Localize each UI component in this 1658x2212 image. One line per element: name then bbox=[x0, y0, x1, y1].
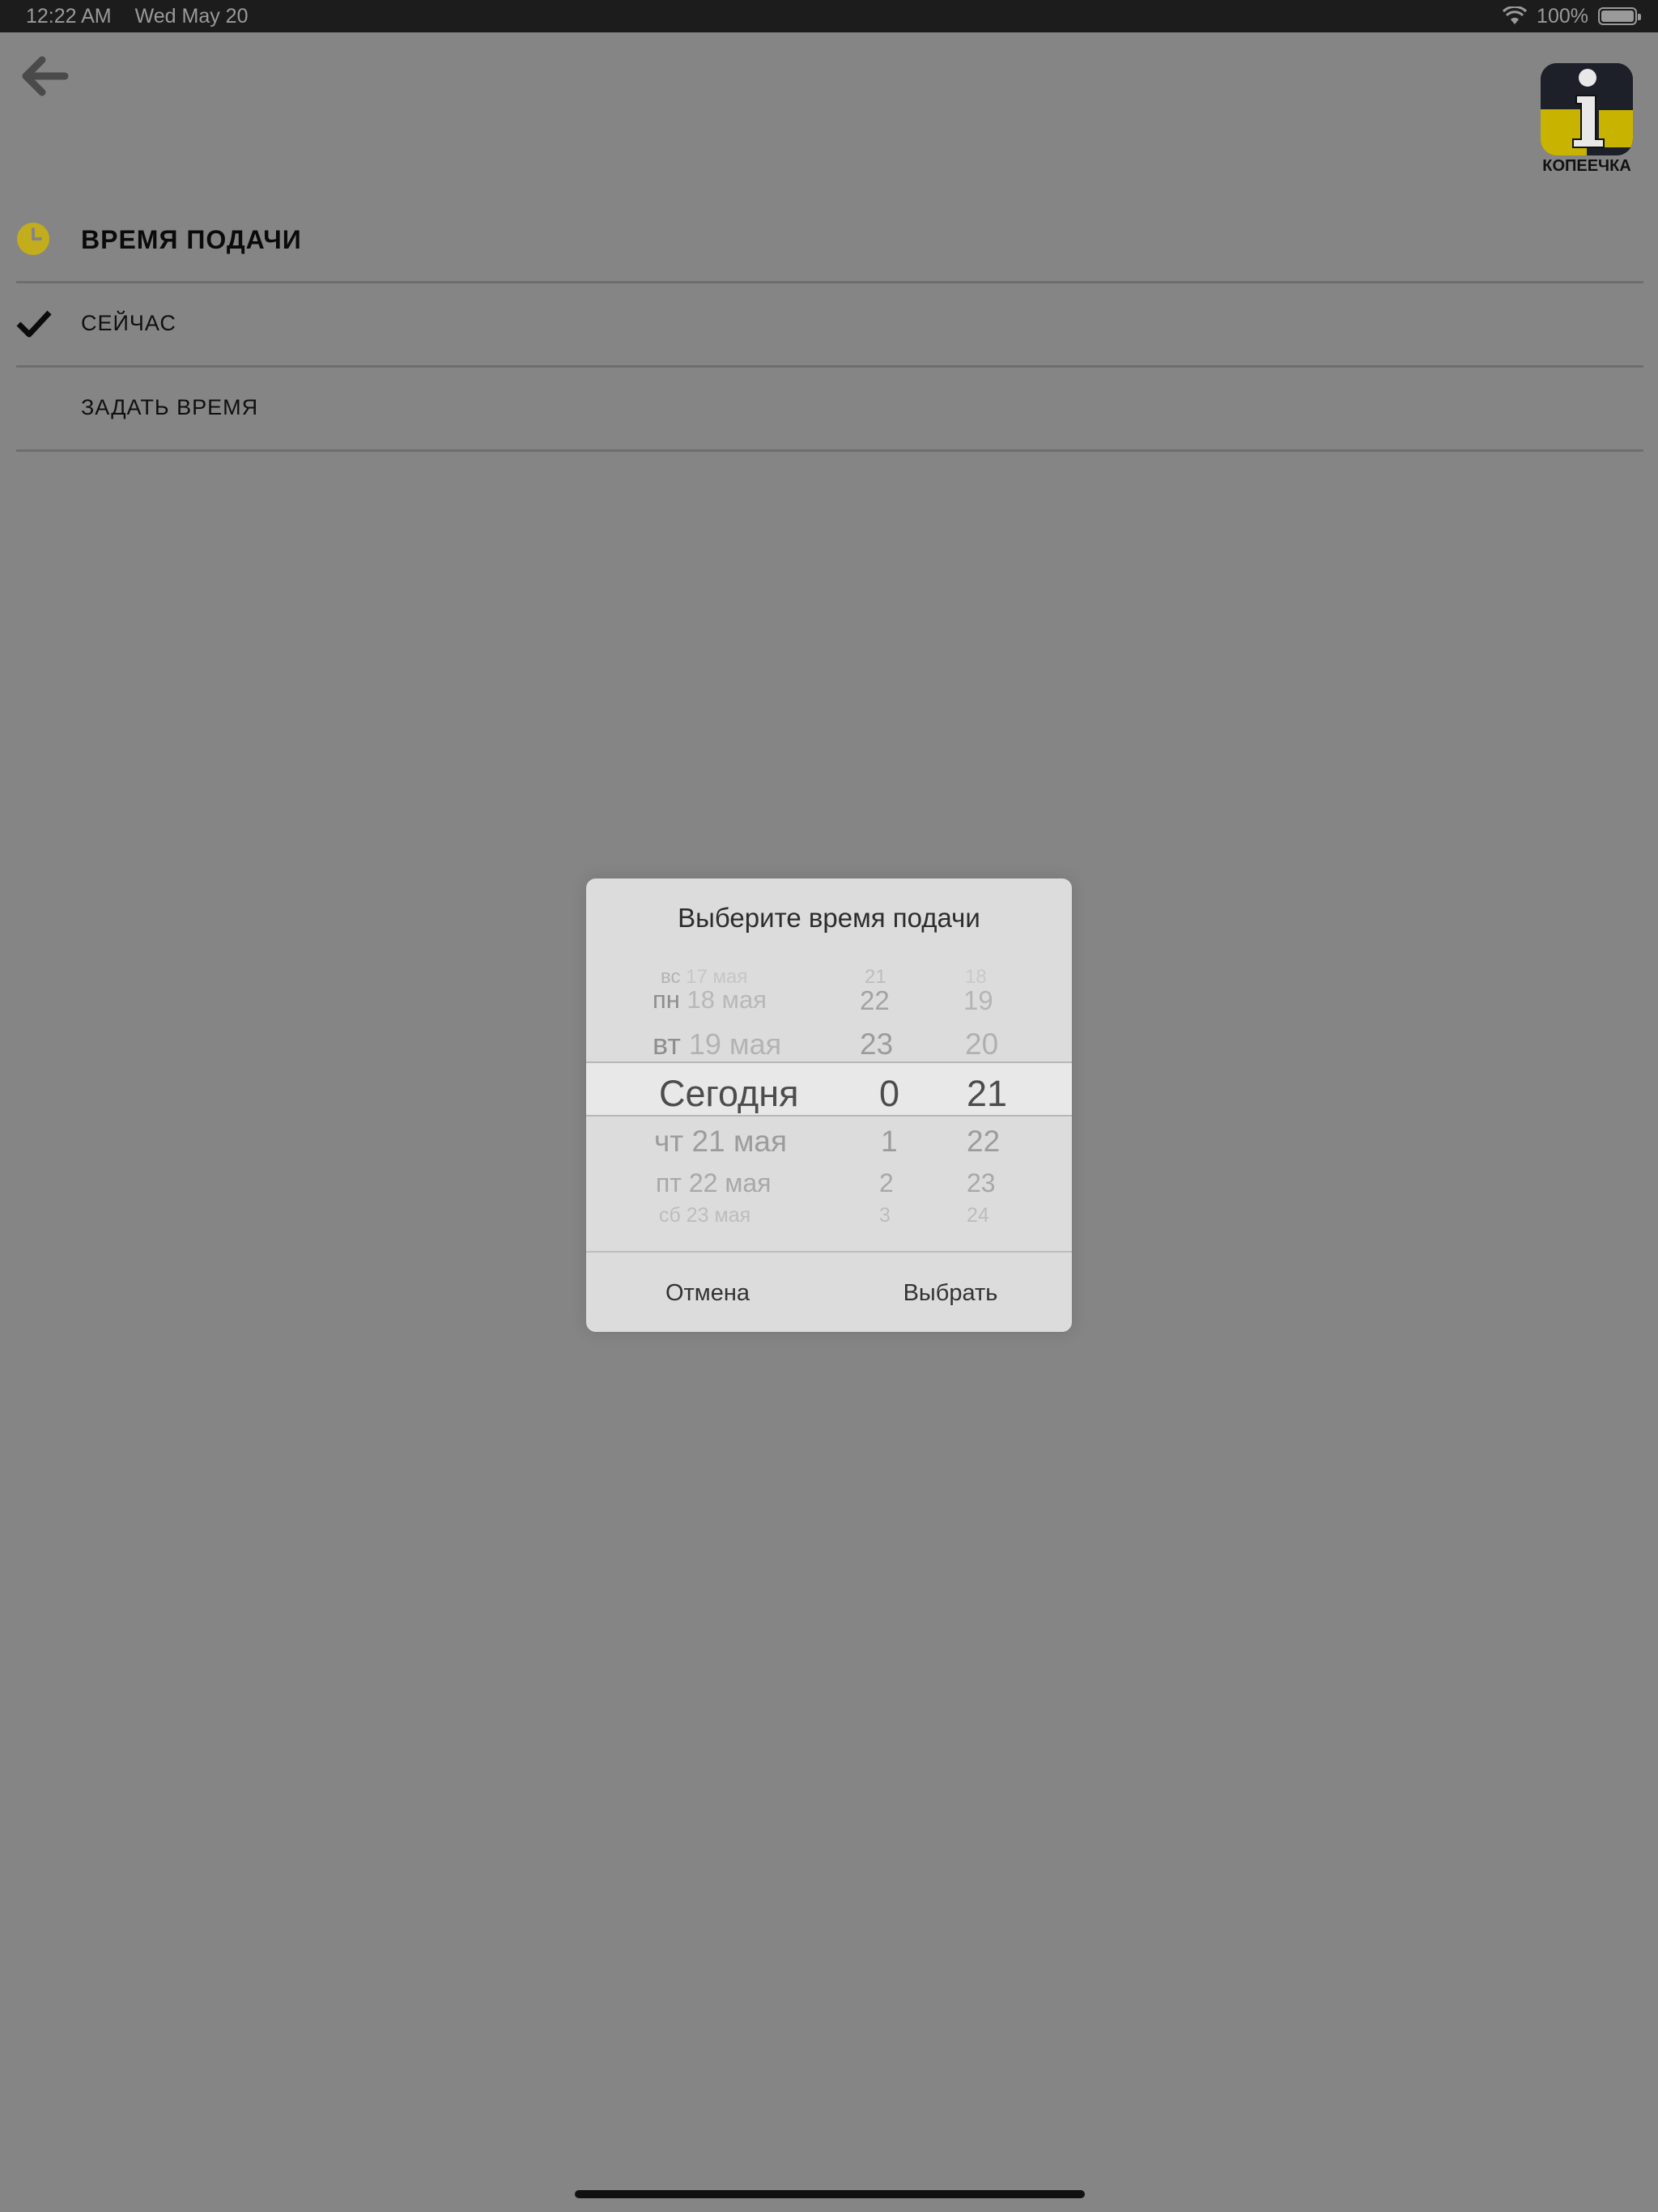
status-time: 12:22 AM bbox=[26, 5, 112, 28]
minute-item[interactable]: 23 bbox=[967, 1168, 996, 1198]
hour-item[interactable]: 22 bbox=[860, 985, 890, 1016]
dialog-footer: Отмена Выбрать bbox=[586, 1251, 1072, 1332]
logo-text: КОПЕЕЧКА bbox=[1542, 157, 1631, 175]
dialog-title: Выберите время подачи bbox=[678, 903, 980, 933]
select-button[interactable]: Выбрать bbox=[829, 1253, 1072, 1332]
battery-percent: 100% bbox=[1537, 5, 1588, 28]
app-logo: КОПЕЕЧКА bbox=[1538, 63, 1635, 177]
option-now[interactable]: СЕЙЧАС bbox=[16, 283, 1643, 368]
status-date: Wed May 20 bbox=[134, 5, 249, 28]
option-set-time[interactable]: ЗАДАТЬ ВРЕМЯ bbox=[16, 368, 1643, 452]
battery-icon bbox=[1598, 7, 1641, 25]
time-picker-dialog: Выберите время подачи вс 17 мая пн 18 ма… bbox=[586, 878, 1072, 1332]
minute-item[interactable]: 22 bbox=[967, 1125, 1000, 1159]
page-title: ВРЕМЯ ПОДАЧИ bbox=[81, 225, 302, 254]
hour-item[interactable]: 2 bbox=[879, 1168, 894, 1198]
hour-item[interactable]: 1 bbox=[881, 1125, 898, 1159]
checkmark-icon bbox=[16, 310, 52, 338]
arrow-left-icon bbox=[22, 56, 69, 96]
day-item[interactable]: пн 18 мая bbox=[653, 985, 767, 1015]
status-bar: 12:22 AM Wed May 20 100% bbox=[0, 0, 1658, 32]
hour-item-selected[interactable]: 0 bbox=[879, 1073, 899, 1115]
minute-item[interactable]: 24 bbox=[967, 1204, 989, 1227]
minute-item-selected[interactable]: 21 bbox=[967, 1073, 1007, 1115]
day-item-selected[interactable]: Сегодня bbox=[659, 1073, 798, 1115]
day-item[interactable]: сб 23 мая bbox=[659, 1204, 750, 1227]
option-set-time-label: ЗАДАТЬ ВРЕМЯ bbox=[81, 395, 259, 419]
date-time-picker[interactable]: вс 17 мая пн 18 мая вт 19 мая Сегодня чт… bbox=[586, 961, 1072, 1246]
hour-item[interactable]: 23 bbox=[860, 1027, 893, 1061]
minute-item[interactable]: 19 bbox=[963, 985, 993, 1016]
minute-item[interactable]: 20 bbox=[965, 1027, 998, 1061]
back-button[interactable] bbox=[15, 52, 71, 100]
day-item[interactable]: пт 22 мая bbox=[656, 1168, 771, 1198]
cancel-button[interactable]: Отмена bbox=[586, 1253, 829, 1332]
clock-icon bbox=[17, 223, 49, 255]
wifi-icon bbox=[1503, 6, 1528, 24]
hour-item[interactable]: 3 bbox=[879, 1204, 891, 1227]
day-item[interactable]: вт 19 мая bbox=[653, 1027, 781, 1061]
option-now-label: СЕЙЧАС bbox=[81, 311, 176, 335]
day-item[interactable]: чт 21 мая bbox=[654, 1125, 787, 1159]
home-indicator[interactable] bbox=[575, 2190, 1085, 2198]
section-header: ВРЕМЯ ПОДАЧИ bbox=[16, 211, 1643, 283]
